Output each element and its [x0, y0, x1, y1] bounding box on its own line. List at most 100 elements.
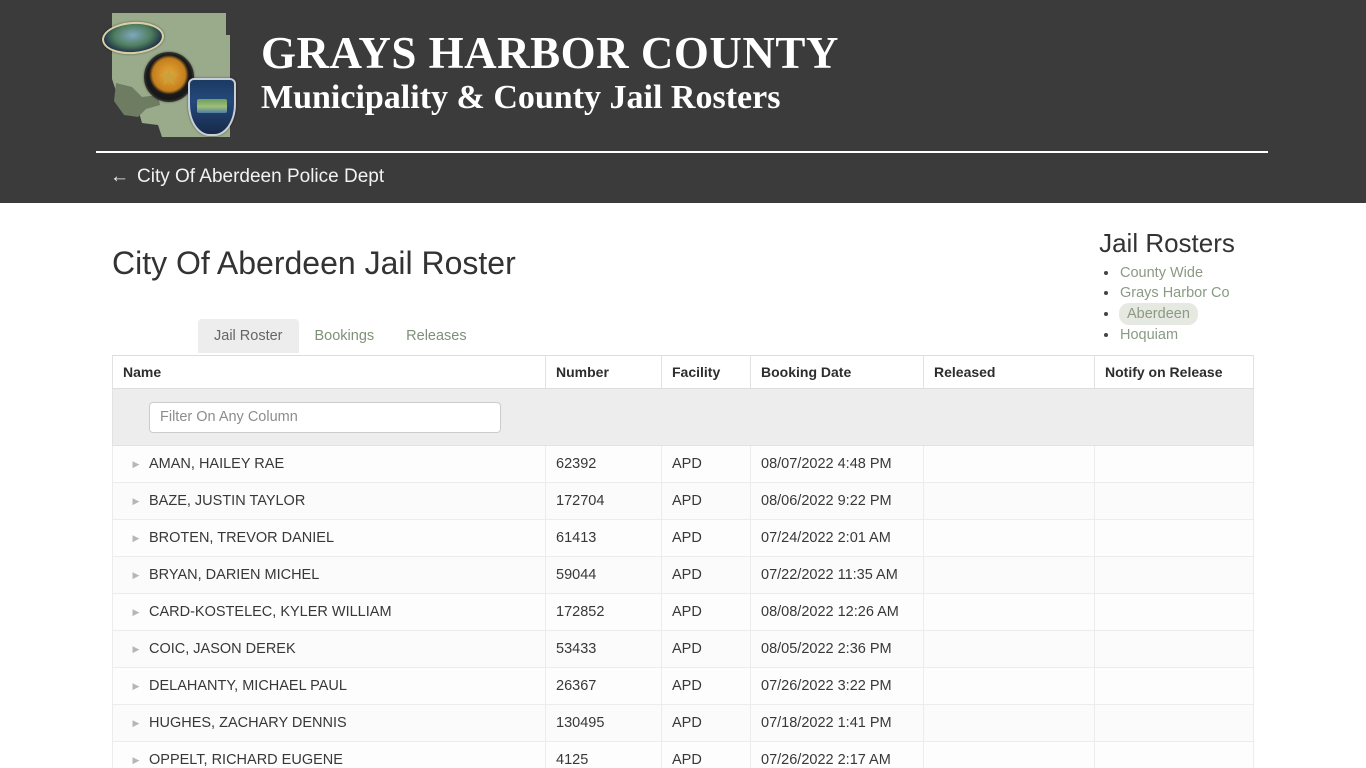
filter-input[interactable] [149, 401, 501, 433]
jail-roster-table: Name Number Facility Booking Date Releas… [112, 355, 1254, 768]
table-row[interactable]: ▶ DELAHANTY, MICHAEL PAUL 26367 APD 07/26/20… [112, 667, 1254, 705]
cell-booking-date: 08/07/2022 4:48 PM [750, 445, 924, 483]
cell-notify [1094, 593, 1254, 631]
cell-notify [1094, 519, 1254, 557]
table-row[interactable]: ▶ OPPELT, RICHARD EUGENE 4125 APD 07/26/2022… [112, 741, 1254, 768]
cell-facility: APD [661, 741, 751, 768]
row-expander-triangle-icon[interactable]: ▶ [123, 718, 149, 729]
cell-number: 4125 [545, 741, 662, 768]
sidebar-item-grays-harbor-co[interactable]: Grays Harbor Co [1119, 283, 1231, 303]
facility-code: APD [672, 456, 702, 472]
table-body [112, 388, 1254, 446]
table-row[interactable]: ▶ HUGHES, ZACHARY DENNIS 130495 APD 07/18/20… [112, 704, 1254, 742]
facility-code: APD [672, 752, 702, 768]
back-link-label: City Of Aberdeen Police Dept [137, 166, 385, 187]
back-to-police-dept-link[interactable]: ← City Of Aberdeen Police Dept [110, 164, 384, 190]
booking-date: 07/22/2022 11:35 AM [761, 567, 898, 583]
cell-booking-date: 08/05/2022 2:36 PM [750, 630, 924, 668]
table-row[interactable]: ▶ BAZE, JUSTIN TAYLOR 172704 APD 08/06/2022 … [112, 482, 1254, 520]
cell-notify [1094, 445, 1254, 483]
list-item: Aberdeen [1119, 303, 1267, 325]
hoquiam-police-shield-icon [188, 78, 236, 136]
cell-number: 172852 [545, 593, 662, 631]
filter-row [112, 388, 1254, 446]
cell-booking-date: 08/08/2022 12:26 AM [750, 593, 924, 631]
booking-date: 07/26/2022 2:17 AM [761, 752, 891, 768]
main-content: City Of Aberdeen Jail Roster Jail Roster… [0, 203, 1366, 768]
facility-code: APD [672, 715, 702, 731]
cell-facility: APD [661, 445, 751, 483]
cell-notify [1094, 482, 1254, 520]
booking-date: 07/18/2022 1:41 PM [761, 715, 892, 731]
column-header-facility[interactable]: Facility [661, 355, 751, 389]
facility-code: APD [672, 678, 702, 694]
booking-date: 07/24/2022 2:01 AM [761, 530, 891, 546]
row-expander-triangle-icon[interactable]: ▶ [123, 533, 149, 544]
row-expander-triangle-icon[interactable]: ▶ [123, 570, 149, 581]
cell-name: ▶ DELAHANTY, MICHAEL PAUL [112, 667, 546, 705]
back-arrow-icon: ← [110, 166, 129, 187]
table-row[interactable]: ▶ CARD-KOSTELEC, KYLER WILLIAM 172852 APD 08… [112, 593, 1254, 631]
inmate-number: 62392 [556, 456, 597, 472]
row-expander-triangle-icon[interactable]: ▶ [123, 496, 149, 507]
cell-facility: APD [661, 519, 751, 557]
cell-name: ▶ BAZE, JUSTIN TAYLOR [112, 482, 546, 520]
column-header-number[interactable]: Number [545, 355, 662, 389]
column-header-name[interactable]: Name [112, 355, 546, 389]
cell-number: 26367 [545, 667, 662, 705]
cell-released [923, 593, 1095, 631]
cell-booking-date: 07/26/2022 2:17 AM [750, 741, 924, 768]
facility-code: APD [672, 604, 702, 620]
cell-released [923, 667, 1095, 705]
sidebar-roster-list: County Wide Grays Harbor Co Aberdeen Hoq… [1067, 263, 1267, 345]
table-row[interactable]: ▶ BROTEN, TREVOR DANIEL 61413 APD 07/24/2022… [112, 519, 1254, 557]
column-header-released[interactable]: Released [923, 355, 1095, 389]
cell-booking-date: 07/26/2022 3:22 PM [750, 667, 924, 705]
jail-rosters-sidebar: Jail Rosters County Wide Grays Harbor Co… [1067, 227, 1267, 345]
list-item: County Wide [1119, 263, 1267, 283]
cell-name: ▶ BRYAN, DARIEN MICHEL [112, 556, 546, 594]
cell-notify [1094, 704, 1254, 742]
tab-bookings[interactable]: Bookings [299, 319, 391, 353]
table-rows-body: ▶ AMAN, HAILEY RAE 62392 APD 08/07/2022 4:48… [112, 445, 1254, 768]
table-row[interactable]: ▶ BRYAN, DARIEN MICHEL 59044 APD 07/22/2022 … [112, 556, 1254, 594]
tab-releases[interactable]: Releases [390, 319, 482, 353]
row-expander-triangle-icon[interactable]: ▶ [123, 755, 149, 766]
tab-jail-roster[interactable]: Jail Roster [198, 319, 299, 353]
inmate-number: 172852 [556, 604, 605, 620]
masthead-title-group: GRAYS HARBOR COUNTY Municipality & Count… [261, 0, 839, 118]
inmate-number: 59044 [556, 567, 597, 583]
cell-number: 59044 [545, 556, 662, 594]
cell-facility: APD [661, 482, 751, 520]
cell-facility: APD [661, 630, 751, 668]
column-header-booking-date[interactable]: Booking Date [750, 355, 924, 389]
sidebar-heading: Jail Rosters [1099, 228, 1235, 258]
row-expander-triangle-icon[interactable]: ▶ [123, 681, 149, 692]
inmate-name: COIC, JASON DEREK [149, 641, 296, 658]
cell-number: 130495 [545, 704, 662, 742]
cell-facility: APD [661, 667, 751, 705]
cell-released [923, 445, 1095, 483]
table-header-row: Name Number Facility Booking Date Releas… [112, 355, 1254, 389]
row-expander-triangle-icon[interactable]: ▶ [123, 459, 149, 470]
sidebar-item-hoquiam[interactable]: Hoquiam [1119, 325, 1179, 345]
table-row[interactable]: ▶ AMAN, HAILEY RAE 62392 APD 08/07/2022 4:48… [112, 445, 1254, 483]
sidebar-item-county-wide[interactable]: County Wide [1119, 263, 1204, 283]
row-expander-triangle-icon[interactable]: ▶ [123, 607, 149, 618]
grays-harbor-county-sheriff-star-icon [144, 52, 194, 102]
booking-date: 07/26/2022 3:22 PM [761, 678, 892, 694]
inmate-number: 26367 [556, 678, 597, 694]
inmate-name: BRYAN, DARIEN MICHEL [149, 567, 320, 584]
booking-date: 08/06/2022 9:22 PM [761, 493, 892, 509]
cell-number: 172704 [545, 482, 662, 520]
table-row[interactable]: ▶ COIC, JASON DEREK 53433 APD 08/05/2022 2:3… [112, 630, 1254, 668]
sidebar-item-aberdeen[interactable]: Aberdeen [1119, 303, 1198, 325]
cell-name: ▶ HUGHES, ZACHARY DENNIS [112, 704, 546, 742]
cell-facility: APD [661, 556, 751, 594]
column-header-notify-on-release[interactable]: Notify on Release [1094, 355, 1254, 389]
inmate-name: OPPELT, RICHARD EUGENE [149, 752, 343, 768]
facility-code: APD [672, 493, 702, 509]
cell-notify [1094, 741, 1254, 768]
row-expander-triangle-icon[interactable]: ▶ [123, 644, 149, 655]
facility-code: APD [672, 567, 702, 583]
